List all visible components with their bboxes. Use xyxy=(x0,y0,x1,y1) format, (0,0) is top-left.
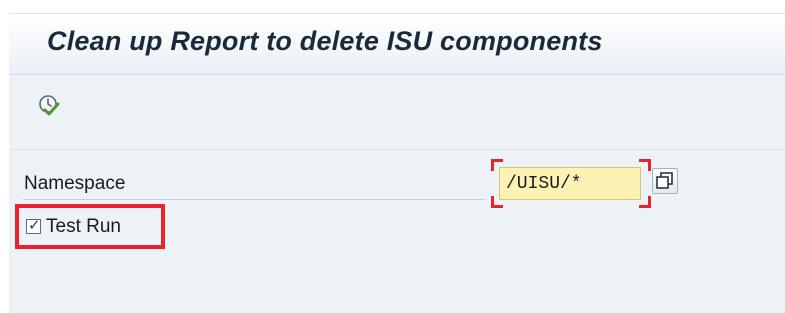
execute-button[interactable] xyxy=(36,93,62,119)
title-bar: Clean up Report to delete ISU components xyxy=(9,13,785,75)
selection-screen: Namespace ✓ Test Run xyxy=(9,150,785,313)
window-edge xyxy=(0,0,9,313)
execute-check-icon xyxy=(39,95,60,116)
namespace-label: Namespace xyxy=(24,173,126,194)
multiple-selection-button[interactable] xyxy=(652,168,678,194)
test-run-highlight: ✓ Test Run xyxy=(15,204,165,249)
test-run-label[interactable]: Test Run xyxy=(46,216,121,238)
namespace-field-highlight xyxy=(491,159,651,208)
application-toolbar xyxy=(9,75,785,150)
multiple-selection-icon xyxy=(656,172,673,189)
test-run-checkbox[interactable]: ✓ xyxy=(26,217,41,234)
namespace-input[interactable] xyxy=(499,167,641,200)
checkmark-icon: ✓ xyxy=(28,217,41,234)
label-divider xyxy=(23,199,485,200)
sap-report-screen: Clean up Report to delete ISU components… xyxy=(0,0,785,313)
page-title: Clean up Report to delete ISU components xyxy=(47,26,603,56)
